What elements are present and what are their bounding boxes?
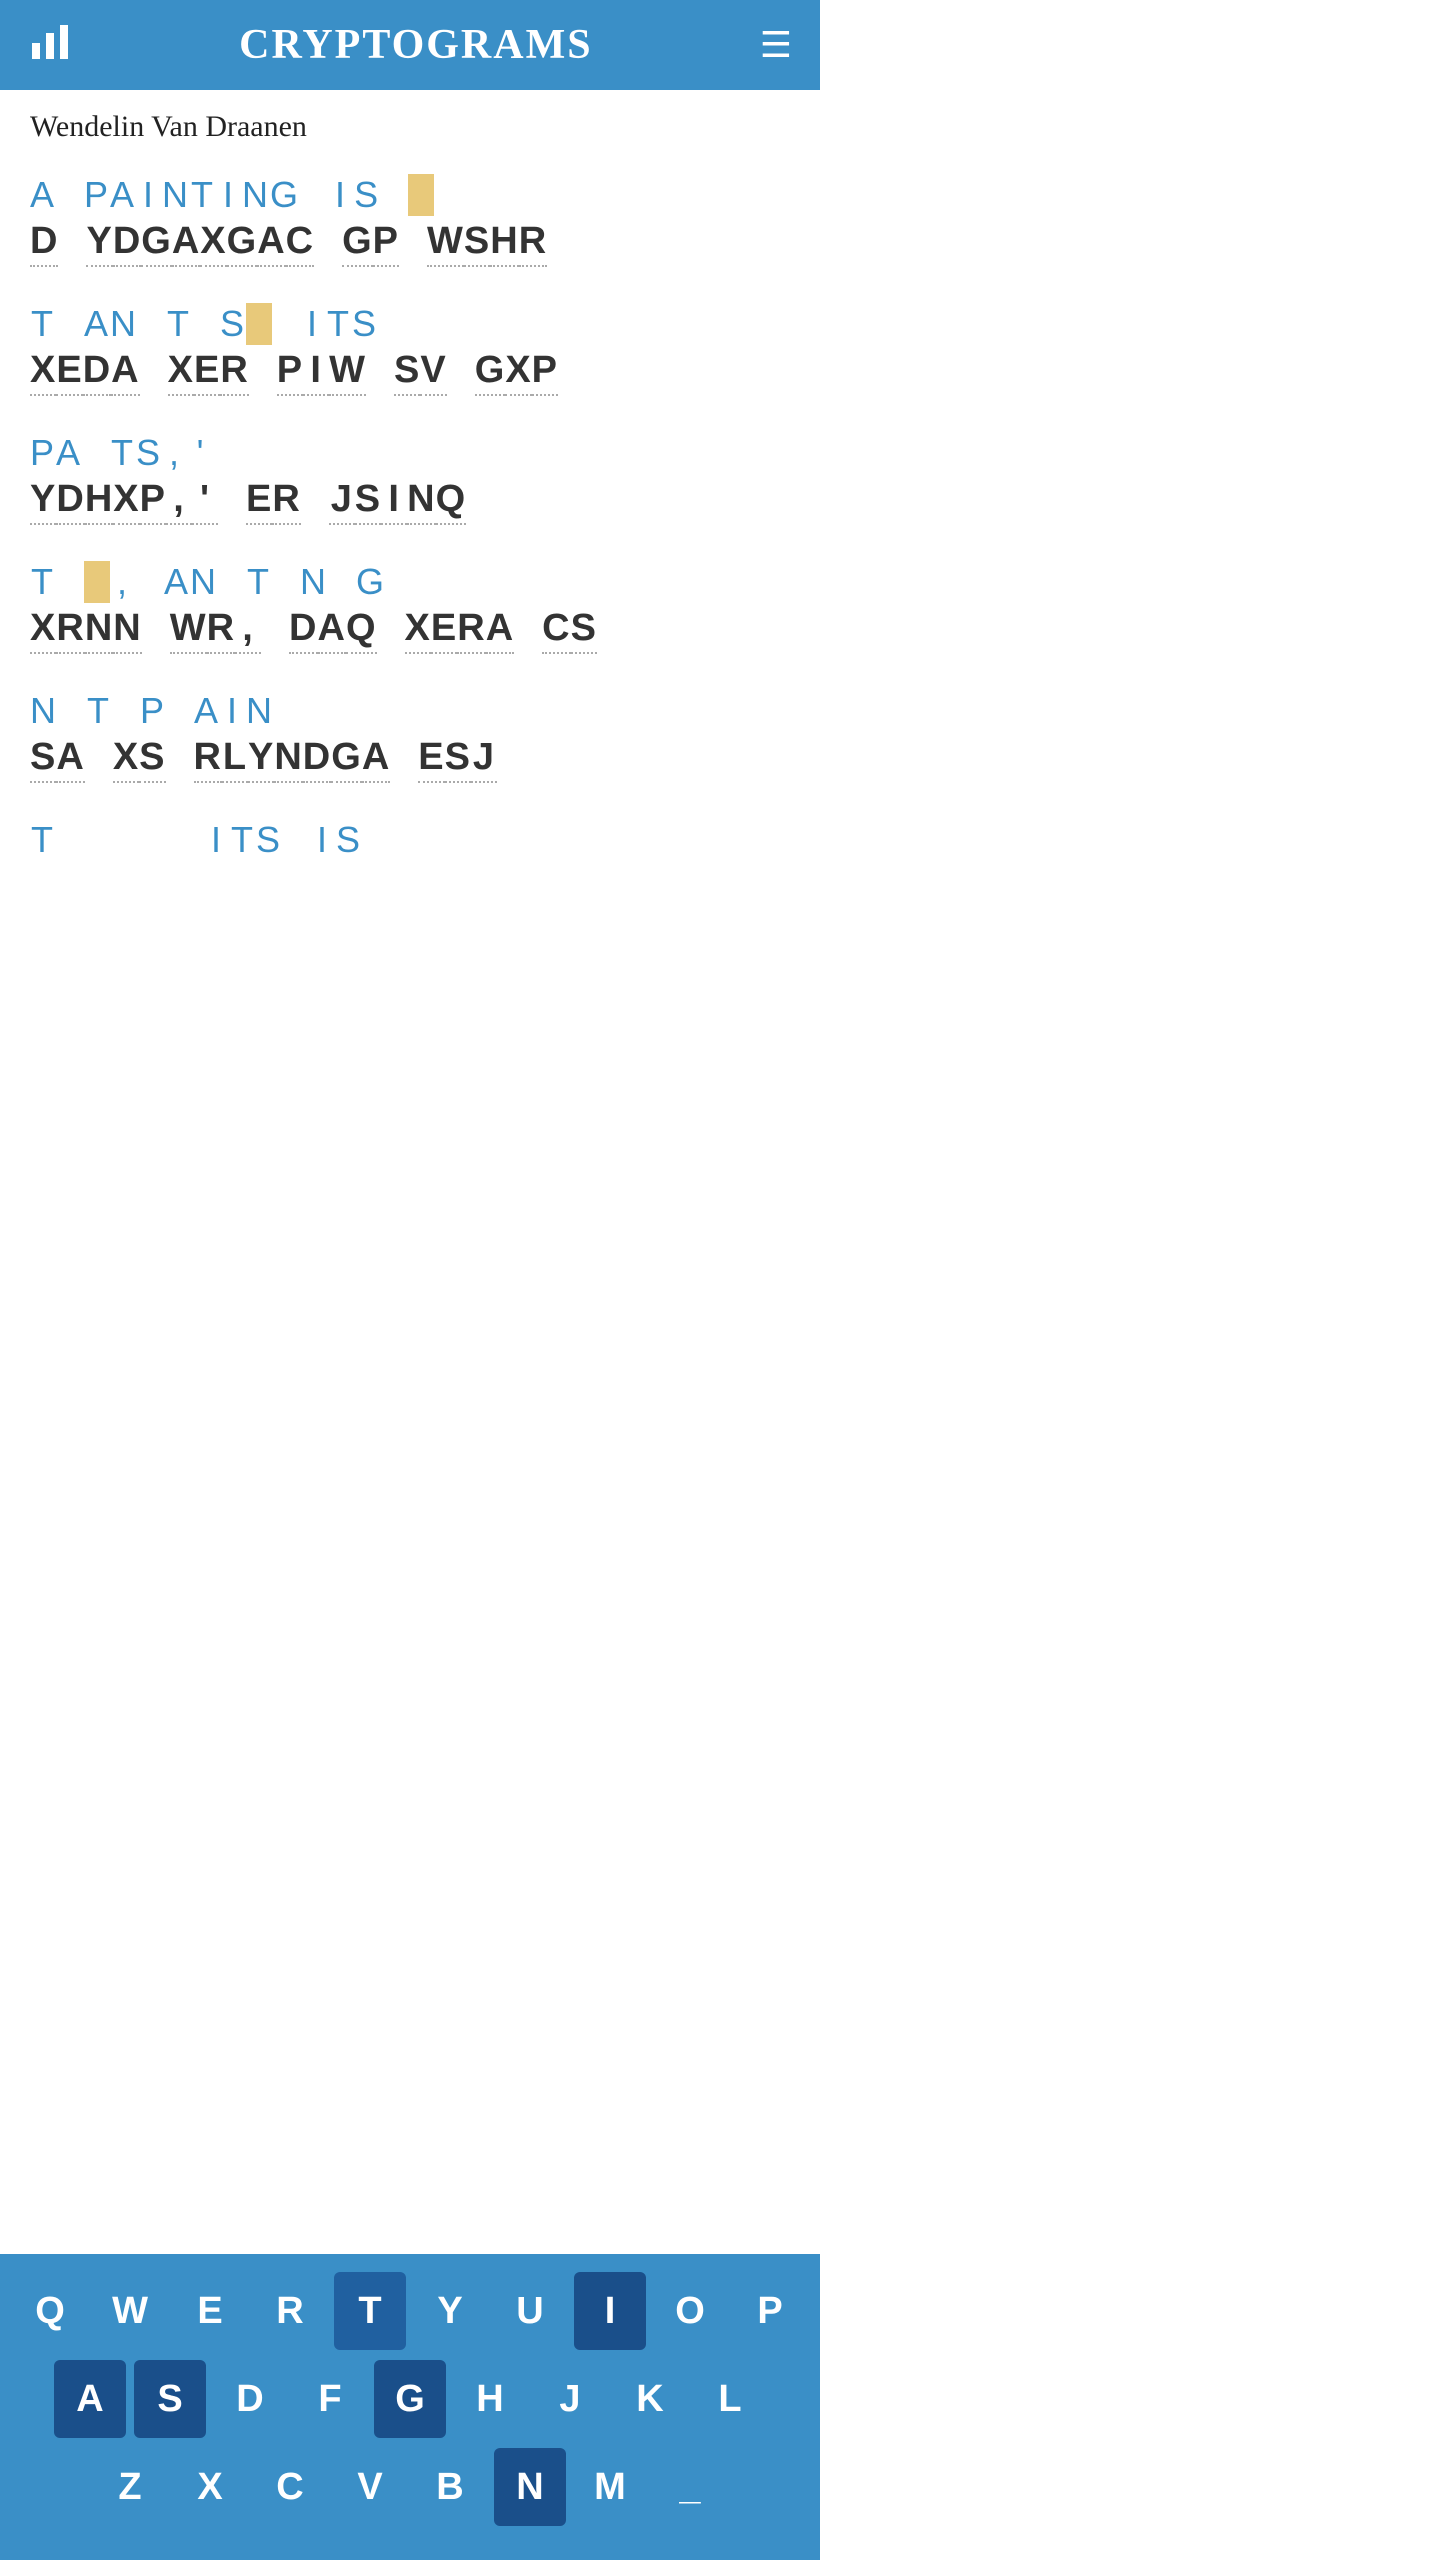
word-pair: PA — [30, 432, 82, 476]
word-pair: ITS — [204, 819, 282, 863]
word-pair: YDHXP,' — [30, 478, 218, 525]
key-P[interactable]: P — [734, 2272, 806, 2350]
keyboard: Q W E R T Y U I O P A S D F G H J K L Z … — [0, 2254, 820, 2560]
word-pair: N — [300, 561, 328, 605]
key-J[interactable]: J — [534, 2360, 606, 2438]
puzzle-line-4: T , AN T N G XRNN — [30, 549, 790, 654]
key-Q[interactable]: Q — [14, 2272, 86, 2350]
word-pair: WR, — [170, 607, 261, 654]
word-pair: T — [30, 303, 56, 347]
word-pair: GP — [342, 220, 399, 267]
key-X[interactable]: X — [174, 2448, 246, 2526]
key-I[interactable]: I — [574, 2272, 646, 2350]
word-pair: T — [86, 690, 112, 734]
key-T[interactable]: T — [334, 2272, 406, 2350]
word-pair: P — [140, 690, 166, 734]
word-pair: PAINTING — [84, 174, 300, 218]
word-pair: IS — [310, 819, 362, 863]
key-U[interactable]: U — [494, 2272, 566, 2350]
word-pair: ESJ — [418, 736, 497, 783]
word-pair: YDGAXGAC — [86, 220, 314, 267]
word-pair: N — [30, 690, 58, 734]
word-pair: TS,' — [110, 432, 214, 476]
keyboard-row-2: A S D F G H J K L — [10, 2360, 810, 2438]
chart-icon[interactable] — [28, 19, 72, 72]
puzzle-line-6: T ITS IS — [30, 807, 790, 863]
word-pair: T — [166, 303, 192, 347]
puzzle-scroll[interactable]: A PAINTING IS ___ — [30, 162, 790, 897]
key-Z[interactable]: Z — [94, 2448, 166, 2526]
word-pair: G — [356, 561, 386, 605]
key-Y[interactable]: Y — [414, 2272, 486, 2350]
puzzle-line-5: N T P AIN SA XS RL — [30, 678, 790, 783]
puzzle-area: Wendelin Van Draanen A PAINTING IS — [0, 90, 820, 990]
word-pair: XRNN — [30, 607, 142, 654]
word-pair: AN — [84, 303, 138, 347]
key-N[interactable]: N — [494, 2448, 566, 2526]
puzzle-line-3: PA TS,' YDHXP,' ER JSINQ — [30, 420, 790, 525]
key-D[interactable]: D — [214, 2360, 286, 2438]
key-underscore[interactable]: _ — [654, 2448, 726, 2526]
word-pair: T — [30, 561, 56, 605]
word-pair: D — [30, 220, 58, 267]
key-R[interactable]: R — [254, 2272, 326, 2350]
word-pair: ER — [246, 478, 301, 525]
key-K[interactable]: K — [614, 2360, 686, 2438]
key-A[interactable]: A — [54, 2360, 126, 2438]
key-M[interactable]: M — [574, 2448, 646, 2526]
key-F[interactable]: F — [294, 2360, 366, 2438]
key-S[interactable]: S — [134, 2360, 206, 2438]
word-pair: JSINQ — [329, 478, 466, 525]
puzzle-line-2: T AN T S ITS XEDA — [30, 291, 790, 396]
word-pair: , — [84, 561, 136, 605]
key-E[interactable]: E — [174, 2272, 246, 2350]
word-pair: ___ — [408, 174, 512, 218]
word-pair: SA — [30, 736, 85, 783]
key-O[interactable]: O — [654, 2272, 726, 2350]
keyboard-row-3: Z X C V B N M _ — [10, 2448, 810, 2526]
word-pair: XER — [168, 349, 249, 396]
key-W[interactable]: W — [94, 2272, 166, 2350]
word-pair: XEDA — [30, 349, 140, 396]
puzzle-line-1: A PAINTING IS ___ — [30, 162, 790, 267]
word-pair: XERA — [405, 607, 515, 654]
word-pair: AN — [164, 561, 218, 605]
word-pair: S — [220, 303, 272, 347]
word-pair: A — [30, 174, 56, 218]
word-pair: DAQ — [289, 607, 376, 654]
word-pair: WSHR — [427, 220, 547, 267]
word-pair: T — [30, 819, 56, 863]
word-pair: ITS — [300, 303, 378, 347]
word-pair: XS — [113, 736, 166, 783]
word-pair: GXP — [475, 349, 558, 396]
word-pair: IS — [328, 174, 380, 218]
keyboard-row-1: Q W E R T Y U I O P — [10, 2272, 810, 2350]
key-L[interactable]: L — [694, 2360, 766, 2438]
app-title: Cryptograms — [239, 21, 592, 69]
word-pair: PIW — [277, 349, 366, 396]
menu-icon[interactable]: ☰ — [760, 24, 792, 66]
word-pair: AIN — [194, 690, 274, 734]
key-B[interactable]: B — [414, 2448, 486, 2526]
word-pair: T — [246, 561, 272, 605]
word-pair: SV — [394, 349, 447, 396]
key-G[interactable]: G — [374, 2360, 446, 2438]
app-header: Cryptograms ☰ — [0, 0, 820, 90]
key-V[interactable]: V — [334, 2448, 406, 2526]
key-H[interactable]: H — [454, 2360, 526, 2438]
author-name: Wendelin Van Draanen — [30, 110, 790, 144]
word-pair: CS — [542, 607, 597, 654]
key-C[interactable]: C — [254, 2448, 326, 2526]
word-pair: RLYNDGA — [194, 736, 391, 783]
